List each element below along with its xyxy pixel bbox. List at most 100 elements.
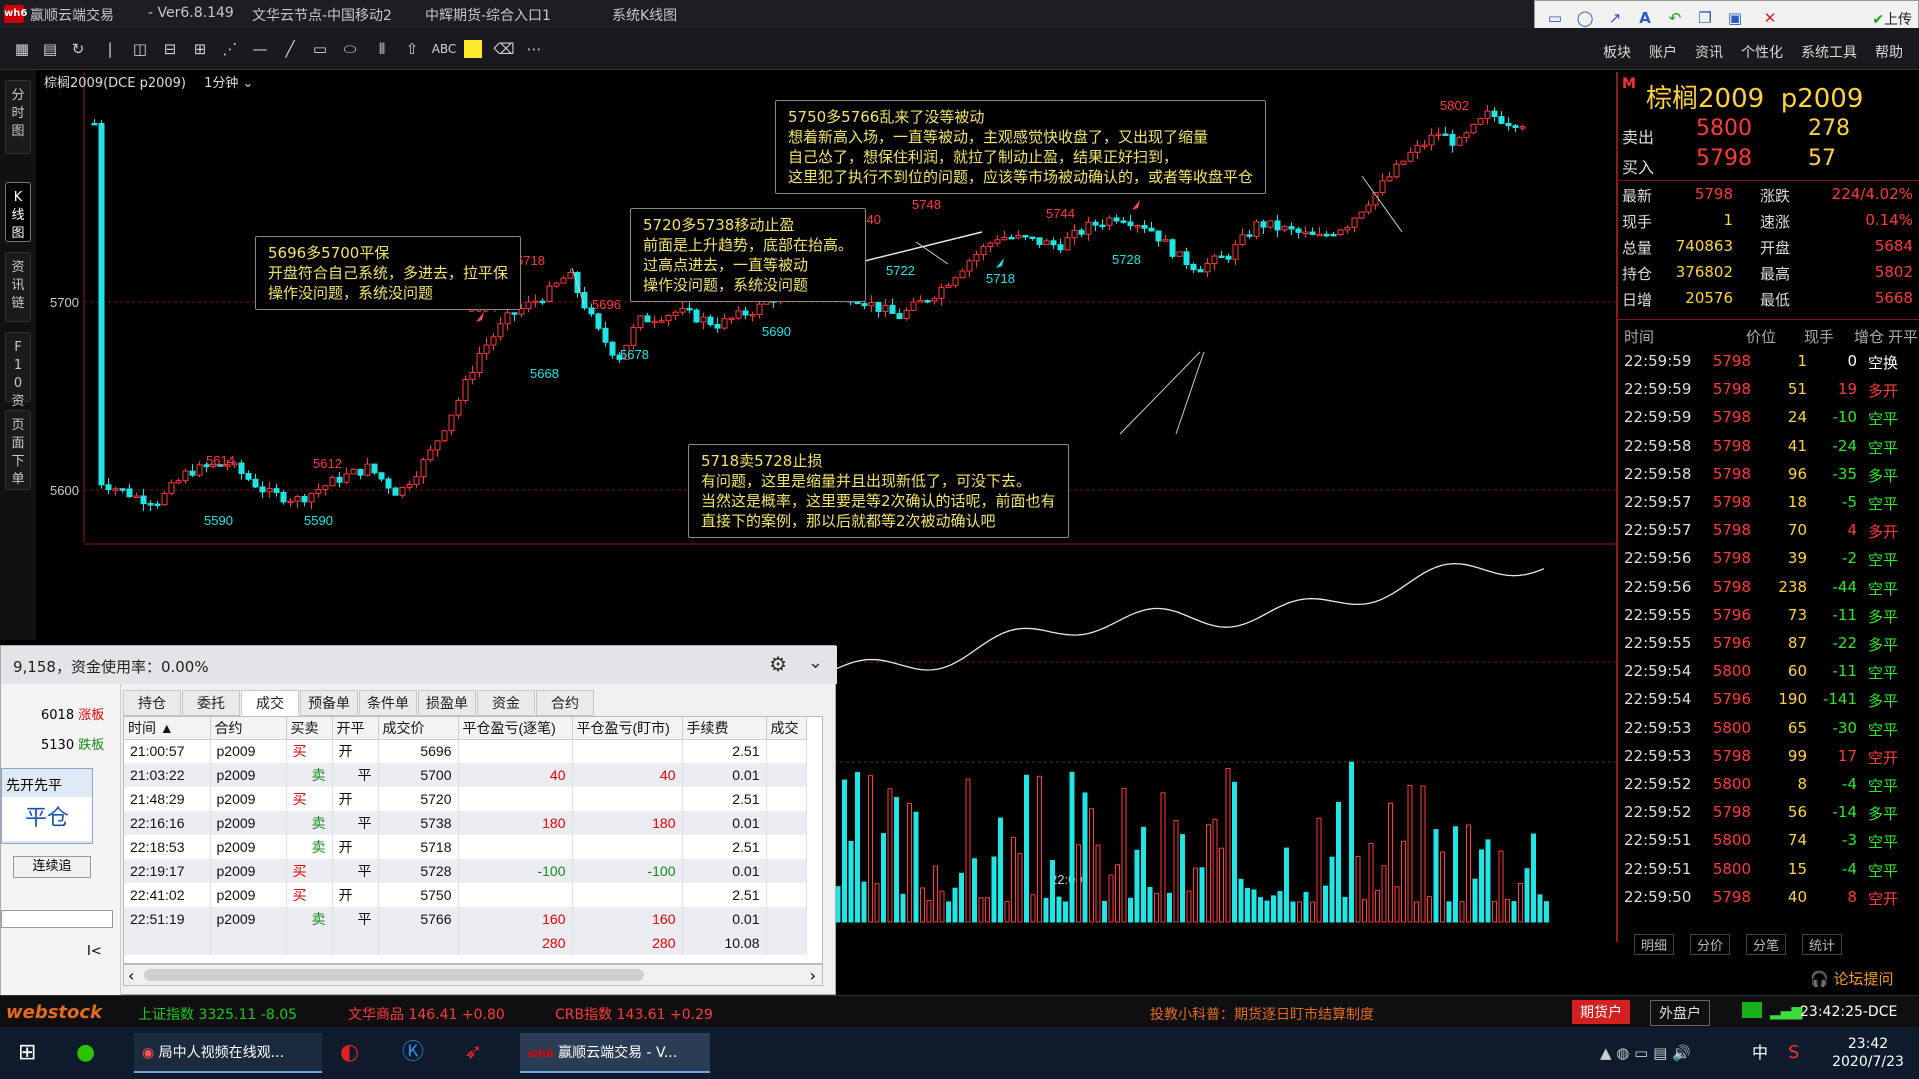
hline-icon[interactable]: —	[248, 38, 272, 60]
trade-tab-0[interactable]: 持仓	[123, 690, 181, 716]
trendline-icon[interactable]: ╱	[278, 38, 302, 60]
forum-link[interactable]: 🎧 论坛提问	[1810, 968, 1893, 989]
fifo-mode[interactable]: 先开先平	[6, 775, 62, 795]
menu-item-3[interactable]: 个性化	[1741, 45, 1783, 61]
wechat-icon[interactable]: ●	[76, 1033, 95, 1073]
edu-tip[interactable]: 投教小科普：期货逐日盯市结算制度	[1150, 1004, 1374, 1024]
index-sse[interactable]: 上证指数 3325.11 -8.05	[138, 1004, 297, 1024]
ask-row[interactable]: 卖出 5800 278	[1618, 114, 1919, 147]
fills-col-header[interactable]: 手续费	[682, 717, 767, 740]
ellipse-draw-icon[interactable]: ⬭	[338, 38, 362, 60]
left-tab-0[interactable]: 分时图	[5, 80, 31, 154]
fill-row[interactable]: 22:18:53 p2009 卖开 5718 2.51	[124, 835, 807, 859]
detail-tab-1[interactable]: 分价	[1690, 934, 1731, 955]
rectangle-icon[interactable]: ▭	[1545, 8, 1565, 28]
arrow-icon[interactable]: ↗	[1605, 8, 1625, 28]
save-icon[interactable]: ▣	[1725, 8, 1745, 28]
trade-tab-2[interactable]: 成交	[241, 690, 299, 716]
fills-col-header[interactable]: 成交	[766, 717, 807, 740]
windows-start-icon[interactable]: ⊞	[18, 1033, 36, 1073]
fill-row[interactable]: 22:41:02 p2009 买开 5750 2.51	[124, 883, 807, 907]
trade-tab-3[interactable]: 预备单	[300, 690, 358, 716]
fill-row[interactable]: 22:51:19 p2009 卖平 5766 160 160 0.01	[124, 907, 807, 931]
save-layout-icon[interactable]: ▤	[38, 38, 62, 60]
rect-draw-icon[interactable]: ▭	[308, 38, 332, 60]
ellipse-icon[interactable]: ◯	[1575, 8, 1595, 28]
more-icon[interactable]: ⋯	[522, 38, 546, 60]
trade-tab-6[interactable]: 资金	[477, 690, 535, 716]
tray-icons[interactable]: ▲ ◍ ▭ ▤ 🔊	[1600, 1033, 1691, 1073]
scroll-left-icon[interactable]: ‹	[128, 966, 134, 985]
cloud-node[interactable]: 文华云节点-中国移动2	[252, 5, 392, 25]
left-tab-2[interactable]: 资讯链	[5, 252, 31, 322]
fill-row[interactable]: 21:00:57 p2009 买开 5696 2.51	[124, 739, 807, 763]
eraser-icon[interactable]: ⌫	[492, 38, 516, 60]
collapse-icon[interactable]: ⌄	[808, 652, 823, 673]
left-tab-1[interactable]: K线图	[5, 182, 31, 242]
upload-button[interactable]: ✔上传	[1872, 9, 1912, 29]
chase-button[interactable]: 连续追	[13, 856, 91, 878]
left-tab-3[interactable]: F10资料	[5, 332, 31, 427]
broker-entry[interactable]: 中辉期货-综合入口1	[425, 5, 551, 25]
close-icon[interactable]: ✕	[1760, 8, 1780, 28]
up-arrow-icon[interactable]: ⇧	[400, 38, 424, 60]
order-icon[interactable]: ▦	[10, 38, 34, 60]
close-position-button[interactable]: 平仓	[2, 797, 92, 841]
fill-row[interactable]: 22:16:16 p2009 卖平 5738 180 180 0.01	[124, 811, 807, 835]
split-vertical-icon[interactable]: ◫	[128, 38, 152, 60]
menu-item-5[interactable]: 帮助	[1875, 45, 1903, 61]
color-picker-icon[interactable]	[464, 40, 482, 58]
index-crb[interactable]: CRB指数 143.61 +0.29	[555, 1004, 713, 1024]
app-icon-arrow[interactable]: ➶	[464, 1033, 482, 1073]
trade-tab-4[interactable]: 条件单	[359, 690, 417, 716]
trade-tab-7[interactable]: 合约	[536, 690, 594, 716]
ime-indicator[interactable]: 中	[1752, 1033, 1768, 1073]
detail-tab-3[interactable]: 统计	[1802, 934, 1843, 955]
fills-col-header[interactable]: 买卖	[286, 717, 333, 740]
order-input[interactable]	[1, 910, 113, 928]
detail-tab-2[interactable]: 分笔	[1746, 934, 1787, 955]
left-tab-4[interactable]: 页面下单	[5, 410, 31, 490]
chart-symbol[interactable]: 棕榈2009(DCE p2009)	[44, 76, 186, 91]
menu-item-2[interactable]: 资讯	[1695, 45, 1723, 61]
app-icon-red[interactable]: ◐	[340, 1033, 359, 1073]
fills-col-header[interactable]: 开平	[332, 717, 379, 740]
fill-row[interactable]: 21:48:29 p2009 买开 5720 2.51	[124, 787, 807, 811]
period-selector[interactable]: 1分钟	[204, 76, 238, 91]
chevron-down-icon[interactable]: ⌄	[238, 76, 254, 91]
text-draw-icon[interactable]: ABC	[428, 38, 460, 60]
menu-item-0[interactable]: 板块	[1603, 45, 1631, 61]
grid-layout-icon[interactable]: ⊞	[188, 38, 212, 60]
scroll-right-icon[interactable]: ›	[810, 966, 816, 985]
detail-tab-0[interactable]: 明细	[1634, 934, 1675, 955]
fill-row[interactable]: 22:19:17 p2009 买平 5728 -100 -100 0.01	[124, 859, 807, 883]
overseas-account-tab[interactable]: 外盘户	[1650, 1000, 1710, 1026]
trade-tab-5[interactable]: 损盈单	[418, 690, 476, 716]
taskbar-app-video[interactable]: ◉ 局中人视频在线观...	[134, 1033, 322, 1073]
vlines-icon[interactable]: ⦀	[370, 38, 394, 60]
dashed-line-icon[interactable]: ⋰	[218, 38, 242, 60]
fills-col-header[interactable]: 平仓盈亏(逐笔)	[458, 717, 573, 740]
horizontal-scrollbar[interactable]: ‹ ›	[123, 964, 823, 986]
sogou-icon[interactable]: S	[1788, 1033, 1799, 1073]
menu-item-4[interactable]: 系统工具	[1801, 45, 1857, 61]
fills-col-header[interactable]: 成交价	[378, 717, 459, 740]
index-wenhua[interactable]: 文华商品 146.41 +0.80	[348, 1004, 505, 1024]
taskbar-app-trading[interactable]: wh6 赢顺云端交易 - V...	[520, 1033, 710, 1073]
futures-account-tab[interactable]: 期货户	[1572, 1000, 1630, 1024]
text-icon[interactable]: A	[1635, 8, 1655, 28]
fills-col-header[interactable]: 合约	[210, 717, 287, 740]
undo-icon[interactable]: ↶	[1665, 8, 1685, 28]
split-horizontal-icon[interactable]: ⊟	[158, 38, 182, 60]
menu-item-1[interactable]: 账户	[1649, 45, 1677, 61]
fills-col-header[interactable]: 时间 ▲	[124, 717, 211, 740]
system-clock[interactable]: 23:42 2020/7/23	[1828, 1035, 1908, 1075]
settings-icon[interactable]: ⚙	[769, 652, 787, 676]
app-icon-k[interactable]: Ⓚ	[402, 1033, 424, 1073]
bid-row[interactable]: 买入 5798 57	[1618, 144, 1919, 177]
trade-tab-1[interactable]: 委托	[182, 690, 240, 716]
copy-icon[interactable]: ❐	[1695, 8, 1715, 28]
refresh-icon[interactable]: ↻	[66, 38, 90, 60]
fill-row[interactable]: 21:03:22 p2009 卖平 5700 40 40 0.01	[124, 763, 807, 787]
nav-first-icon[interactable]: I<	[87, 944, 102, 959]
